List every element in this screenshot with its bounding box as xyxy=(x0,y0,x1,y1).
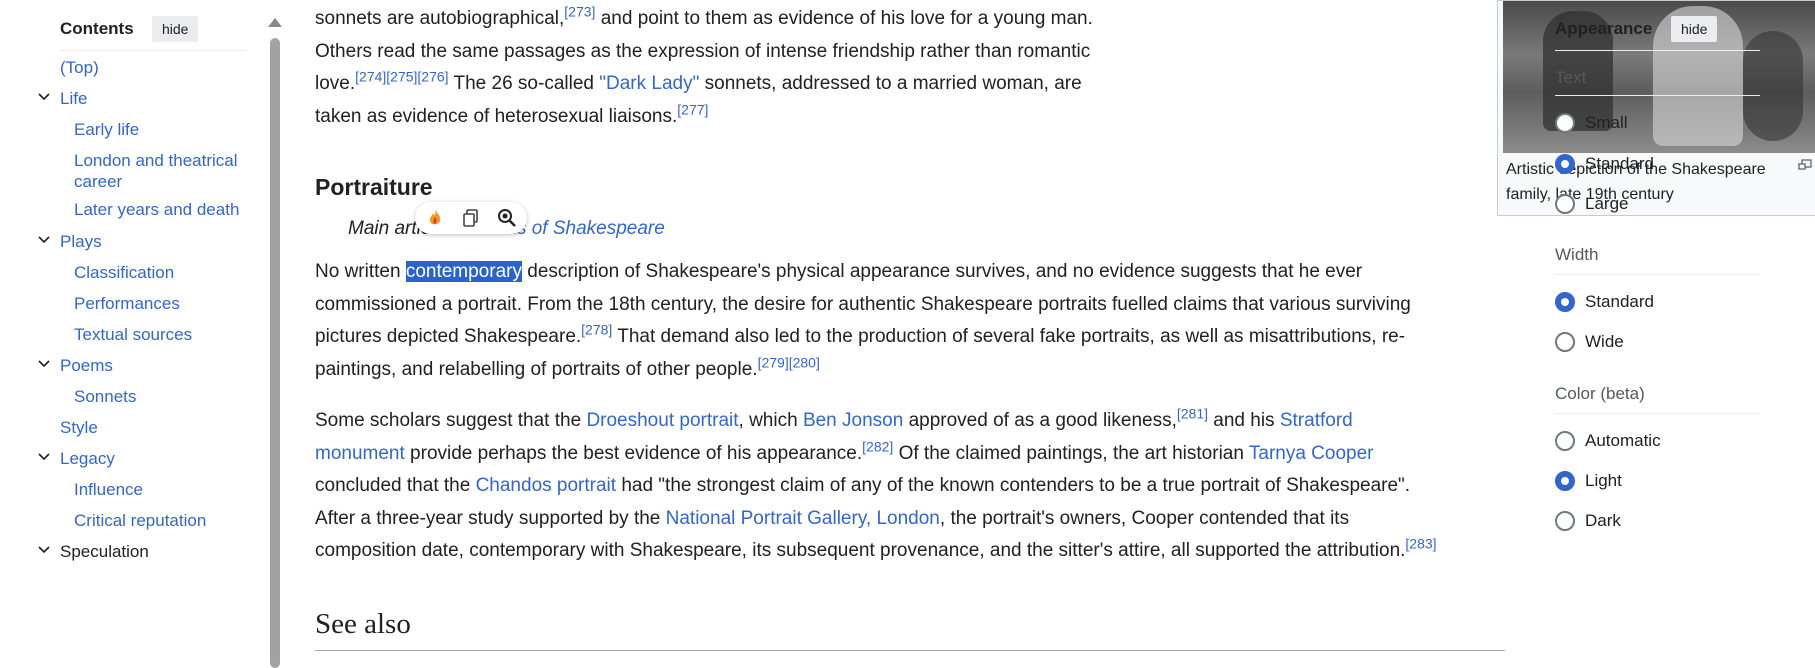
ref-278[interactable]: [278] xyxy=(581,322,612,338)
table-of-contents: Contents hide (Top) Life Early life Lond… xyxy=(0,0,258,666)
text-size-label: Text xyxy=(1555,68,1587,87)
toc-item-london-career[interactable]: London and theatrical career xyxy=(74,150,254,192)
flame-icon[interactable] xyxy=(425,208,445,228)
toc-item-top[interactable]: (Top) xyxy=(60,57,99,78)
ref-283[interactable]: [283] xyxy=(1405,536,1436,552)
ref-281[interactable]: [281] xyxy=(1177,406,1208,422)
ben-jonson-link[interactable]: Ben Jonson xyxy=(803,410,903,431)
toc-item-style[interactable]: Style xyxy=(60,417,98,438)
chevron-down-icon[interactable] xyxy=(38,451,50,463)
toc-item-later-years[interactable]: Later years and death xyxy=(74,199,254,220)
toc-item-sonnets[interactable]: Sonnets xyxy=(74,386,254,407)
radio-button[interactable] xyxy=(1555,194,1575,214)
stratford-monument-link-2[interactable]: monument xyxy=(315,443,405,464)
toc-item-life[interactable]: Life xyxy=(60,88,87,109)
chandos-portrait-link[interactable]: Chandos portrait xyxy=(476,475,616,496)
toc-title: Contents xyxy=(60,19,134,38)
toc-header: Contents hide xyxy=(60,14,246,51)
toc-item-influence[interactable]: Influence xyxy=(74,479,254,500)
enlarge-icon[interactable] xyxy=(1798,158,1812,170)
toc-item-classification[interactable]: Classification xyxy=(74,262,254,283)
width-label: Width xyxy=(1555,245,1599,264)
portraiture-paragraph-1: No written contemporary description of S… xyxy=(315,261,1411,380)
chevron-down-icon[interactable] xyxy=(38,91,50,103)
radio-button[interactable] xyxy=(1555,511,1575,531)
selected-text[interactable]: contemporary xyxy=(405,261,522,282)
ref-273[interactable]: [273] xyxy=(564,4,595,20)
figure-caption: Artistic depiction of the Shakespeare fa… xyxy=(1506,161,1766,203)
radio-button-selected[interactable] xyxy=(1555,154,1575,174)
ref-280[interactable]: [280] xyxy=(789,354,820,370)
radio-button[interactable] xyxy=(1555,332,1575,352)
appearance-title: Appearance xyxy=(1555,19,1653,38)
toc-item-early-life[interactable]: Early life xyxy=(74,119,254,140)
ref-275[interactable]: [275] xyxy=(386,69,417,85)
toc-hide-button[interactable]: hide xyxy=(152,16,199,42)
chevron-down-icon[interactable] xyxy=(38,234,50,246)
chevron-down-icon[interactable] xyxy=(38,544,50,556)
appearance-hide-button[interactable]: hide xyxy=(1671,16,1718,42)
ref-282[interactable]: [282] xyxy=(862,438,893,454)
section-heading-see-also: See also xyxy=(315,606,1505,651)
radio-button-selected[interactable] xyxy=(1555,292,1575,312)
dark-lady-link[interactable]: "Dark Lady" xyxy=(599,73,699,94)
toc-item-critical-reputation[interactable]: Critical reputation xyxy=(74,510,254,531)
portraiture-paragraph-2: Some scholars suggest that the Droeshout… xyxy=(315,405,1437,561)
toc-item-plays[interactable]: Plays xyxy=(60,231,102,252)
color-label: Color (beta) xyxy=(1555,384,1645,403)
scroll-up-arrow-icon[interactable] xyxy=(268,18,282,27)
chevron-down-icon[interactable] xyxy=(38,358,50,370)
toc-item-performances[interactable]: Performances xyxy=(74,293,254,314)
npg-london-link[interactable]: National Portrait Gallery, London xyxy=(666,508,940,529)
radio-button-selected[interactable] xyxy=(1555,471,1575,491)
tarnya-cooper-link[interactable]: Tarnya Cooper xyxy=(1249,443,1374,464)
toc-scrollbar[interactable] xyxy=(268,18,282,668)
appearance-header: Appearance hide xyxy=(1555,14,1760,51)
toc-item-speculation[interactable]: Speculation xyxy=(60,541,149,562)
selection-toolbar xyxy=(415,202,527,234)
ref-279[interactable]: [279] xyxy=(758,354,789,370)
toc-item-poems[interactable]: Poems xyxy=(60,355,113,376)
stratford-monument-link[interactable]: Stratford xyxy=(1280,410,1353,431)
magnifier-icon[interactable] xyxy=(497,208,517,228)
ref-276[interactable]: [276] xyxy=(417,69,448,85)
droeshout-portrait-link[interactable]: Droeshout portrait xyxy=(586,410,738,431)
section-heading-portraiture: Portraiture xyxy=(315,174,433,200)
ref-274[interactable]: [274] xyxy=(355,69,386,85)
intro-paragraph: sonnets are autobiographical,[273] and p… xyxy=(315,3,1093,127)
copy-icon[interactable] xyxy=(461,208,481,228)
toc-item-legacy[interactable]: Legacy xyxy=(60,448,115,469)
radio-button[interactable] xyxy=(1555,113,1575,133)
ref-277[interactable]: [277] xyxy=(677,101,708,117)
toc-item-textual-sources[interactable]: Textual sources xyxy=(74,324,254,345)
scrollbar-thumb[interactable] xyxy=(270,38,280,668)
radio-button[interactable] xyxy=(1555,431,1575,451)
